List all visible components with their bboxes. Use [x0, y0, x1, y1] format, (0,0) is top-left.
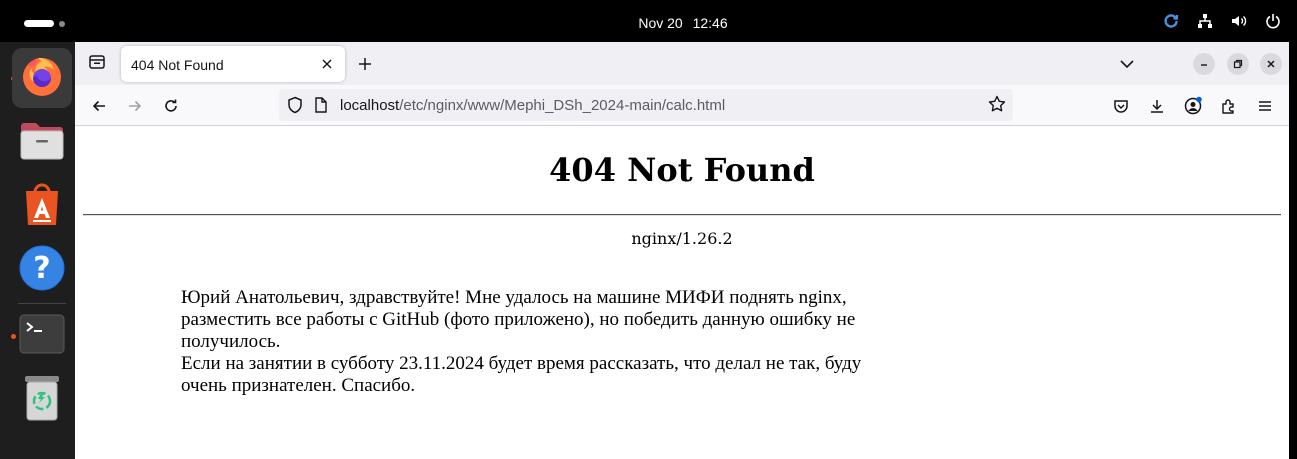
dock-terminal[interactable]: [12, 306, 72, 366]
minimize-button[interactable]: [1193, 53, 1215, 75]
firefox-view-button[interactable]: [83, 50, 111, 78]
terminal-icon: [19, 314, 65, 359]
url-bar[interactable]: localhost/etc/nginx/www/Mephi_DSh_2024-m…: [279, 89, 1013, 121]
dock-files[interactable]: [12, 112, 72, 172]
restore-icon: [1233, 59, 1243, 69]
url-host: localhost: [340, 97, 400, 114]
screen-edge: [1289, 42, 1297, 459]
url-text[interactable]: localhost/etc/nginx/www/Mephi_DSh_2024-m…: [340, 97, 725, 114]
dock-separator: [18, 303, 66, 304]
clock-date: Nov 20: [638, 15, 683, 31]
firefox-view-icon: [88, 53, 106, 76]
app-center-icon: [22, 181, 62, 232]
message-text: Юрий Анатольевич, здравствуйте! Мне удал…: [181, 287, 901, 397]
server-signature: nginx/1.26.2: [631, 229, 733, 248]
message-paragraph-2: Если на занятии в субботу 23.11.2024 буд…: [181, 353, 862, 396]
dock-trash[interactable]: [12, 370, 72, 430]
url-path: /etc/nginx/www/Mephi_DSh_2024-main/calc.…: [399, 97, 726, 114]
dock-firefox[interactable]: [12, 48, 72, 108]
tracking-protection-shield-icon[interactable]: [285, 95, 305, 120]
account-button[interactable]: [1180, 93, 1206, 119]
files-icon: [19, 118, 65, 167]
restore-button[interactable]: [1227, 53, 1249, 75]
dock: ?: [0, 42, 75, 459]
account-icon: [1184, 96, 1202, 115]
dock-help[interactable]: ?: [12, 240, 72, 300]
reload-icon: [165, 99, 177, 112]
bookmark-star-icon[interactable]: [987, 94, 1007, 119]
tab-title: 404 Not Found: [131, 57, 224, 73]
downloads-button[interactable]: [1144, 93, 1170, 119]
arrow-right-icon: [129, 100, 142, 112]
clock-time: 12:46: [692, 15, 728, 31]
page-content: 404 Not Found nginx/1.26.2 Юрий Анатолье…: [75, 127, 1289, 459]
back-button[interactable]: [86, 93, 112, 119]
tab-strip: 404 Not Found: [75, 42, 1289, 85]
page-info-icon[interactable]: [313, 96, 329, 119]
close-icon: [322, 59, 332, 69]
download-icon: [1151, 100, 1163, 113]
pocket-icon: [1114, 100, 1128, 113]
firefox-window: 404 Not Found localhost/etc/nginx/www/Me…: [75, 42, 1289, 459]
chevron-down-icon: [1120, 60, 1134, 69]
minimize-icon: [1201, 64, 1207, 66]
tab-close-button[interactable]: [317, 54, 337, 74]
top-bar: Nov 20 12:46: [0, 0, 1297, 42]
plus-icon: [359, 58, 371, 70]
close-icon: [1267, 60, 1275, 68]
svg-text:?: ?: [33, 251, 50, 286]
firefox-icon: [20, 54, 64, 103]
help-icon: ?: [19, 245, 65, 296]
hamburger-menu-icon: [1259, 101, 1271, 111]
refresh-app-indicator-icon[interactable]: [1163, 13, 1179, 29]
message-paragraph-1: Юрий Анатольевич, здравствуйте! Мне удал…: [181, 287, 856, 352]
clock[interactable]: Nov 20 12:46: [0, 15, 1297, 31]
power-icon[interactable]: [1265, 13, 1281, 29]
pocket-button[interactable]: [1108, 93, 1134, 119]
puzzle-piece-icon: [1222, 99, 1234, 114]
app-menu-button[interactable]: [1252, 93, 1278, 119]
list-all-tabs-button[interactable]: [1115, 52, 1139, 76]
network-icon[interactable]: [1197, 13, 1213, 29]
arrow-left-icon: [92, 100, 105, 112]
close-window-button[interactable]: [1260, 53, 1282, 75]
trash-icon: [22, 374, 62, 427]
dock-app-center[interactable]: [12, 176, 72, 236]
new-tab-button[interactable]: [353, 52, 377, 76]
horizontal-rule: [83, 214, 1281, 216]
navigation-toolbar: localhost/etc/nginx/www/Mephi_DSh_2024-m…: [75, 85, 1289, 126]
forward-button[interactable]: [122, 93, 148, 119]
page-title: 404 Not Found: [549, 151, 815, 189]
tab-active[interactable]: 404 Not Found: [121, 46, 345, 82]
extensions-button[interactable]: [1216, 93, 1242, 119]
system-tray[interactable]: [1163, 13, 1281, 29]
volume-icon[interactable]: [1231, 13, 1247, 29]
reload-button[interactable]: [158, 93, 184, 119]
